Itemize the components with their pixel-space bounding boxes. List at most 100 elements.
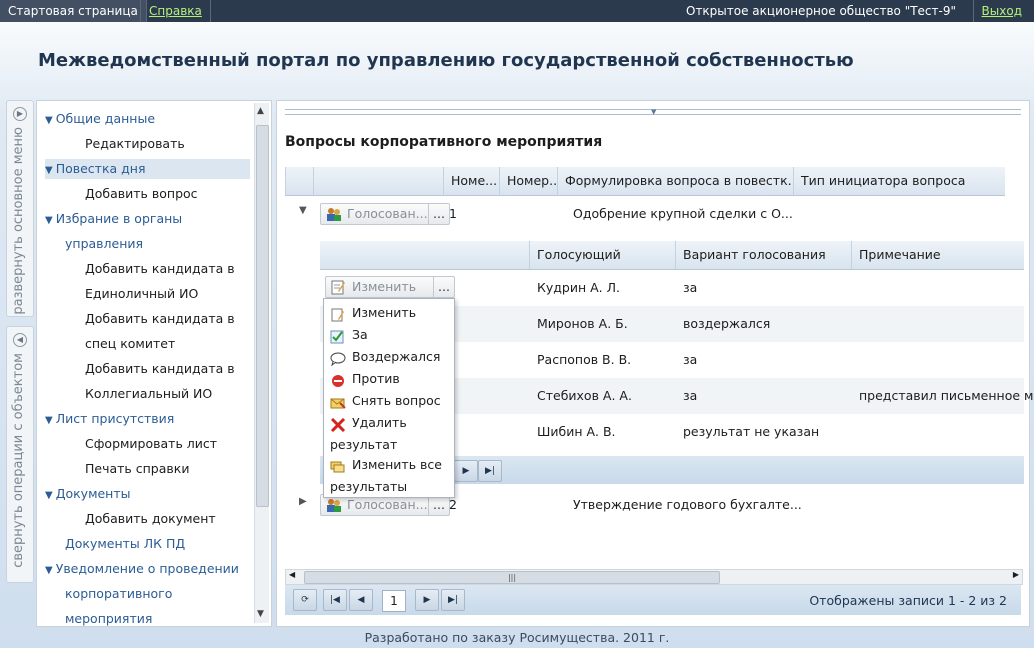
menu-item-edit-all-label: Изменить все результаты	[330, 457, 442, 494]
voting-icon	[325, 206, 343, 228]
check-icon	[330, 329, 346, 343]
nav-scrollbar[interactable]: ▲ ▼	[254, 103, 269, 623]
nav-item-label: Добавить вопрос	[85, 186, 198, 201]
voting-more-button[interactable]: ...	[428, 495, 449, 515]
votes-next-page-button[interactable]: ▶	[454, 460, 478, 482]
scroll-down-icon[interactable]: ▼	[257, 609, 264, 619]
column-header-vote-option[interactable]: Вариант голосования	[675, 241, 851, 269]
menu-item-edit[interactable]: Изменить	[330, 302, 454, 324]
vote-context-menu: Изменить За Воздержался Против Снять воп…	[323, 298, 455, 498]
collapse-operations-tab[interactable]: ◀ свернуть операции с объектом	[6, 326, 34, 583]
nav-item-label: Общие данные	[55, 111, 156, 126]
expand-main-menu-tab[interactable]: ▶ развернуть основное меню	[6, 100, 34, 317]
vote-cell-voter: Кудрин А. Л.	[537, 280, 620, 295]
vote-cell-option: за	[683, 388, 698, 403]
voting-more-button[interactable]: ...	[428, 204, 449, 224]
stop-icon	[330, 373, 346, 387]
nav-item[interactable]: ▼ Повестка дня	[45, 159, 250, 179]
expand-triangle-icon[interactable]: ▼	[45, 115, 53, 126]
menu-item-withdraw[interactable]: Снять вопрос	[330, 390, 454, 412]
help-link[interactable]: Справка	[140, 0, 211, 22]
nav-item-label: Печать справки	[85, 461, 190, 476]
nav-item[interactable]: Сформировать лист	[85, 434, 271, 454]
menu-item-delete-result[interactable]: Удалить результат	[330, 412, 454, 456]
exit-link[interactable]: Выход	[972, 0, 1030, 22]
nav-item[interactable]: ▼ Уведомление о проведении	[45, 559, 250, 579]
voting-button[interactable]: Голосован... ...	[320, 203, 450, 225]
expand-triangle-icon[interactable]: ▼	[45, 415, 53, 426]
votes-grid-header: Голосующий Вариант голосования Примечани…	[320, 241, 1024, 270]
nav-item[interactable]: Добавить вопрос	[85, 184, 271, 204]
nav-item[interactable]: Печать справки	[85, 459, 271, 479]
expand-triangle-icon[interactable]: ▼	[45, 565, 53, 576]
edit-icon	[330, 307, 346, 321]
start-page-link[interactable]: Стартовая страница	[0, 0, 147, 22]
menu-item-against[interactable]: Против	[330, 368, 454, 390]
expand-triangle-icon[interactable]: ▼	[45, 215, 53, 226]
refresh-icon[interactable]: ⟳	[293, 589, 317, 611]
top-bar: Стартовая страница Справка Открытое акци…	[0, 0, 1034, 22]
voting-icon	[325, 497, 343, 519]
last-page-button[interactable]: ▶|	[441, 589, 465, 611]
nav-item[interactable]: Добавить кандидата в	[85, 359, 271, 379]
expand-triangle-icon[interactable]: ▼	[45, 165, 53, 176]
edit-vote-button[interactable]: Изменить ...	[325, 276, 455, 298]
section-title: Вопросы корпоративного мероприятия	[285, 134, 603, 150]
splitter[interactable]: ▼	[285, 108, 1021, 116]
nav-item[interactable]: ▼ Общие данные	[45, 109, 250, 129]
menu-item-for[interactable]: За	[330, 324, 454, 346]
row-expand-icon[interactable]: ▶	[299, 496, 307, 507]
row-collapse-icon[interactable]: ▼	[299, 205, 307, 216]
expand-triangle-icon[interactable]: ▼	[45, 490, 53, 501]
nav-item[interactable]: ▼ Избрание в органы	[45, 209, 250, 229]
vote-cell-voter: Миронов А. Б.	[537, 316, 628, 331]
menu-item-abstain-label: Воздержался	[352, 349, 441, 364]
nav-item[interactable]: Добавить кандидата в	[85, 309, 271, 329]
scroll-left-icon[interactable]: ◀	[289, 570, 295, 579]
header-expand-cell	[285, 167, 313, 195]
edit-all-icon	[330, 459, 346, 473]
menu-item-edit-all[interactable]: Изменить все результаты	[330, 454, 454, 498]
column-header-number[interactable]: Номе...	[443, 167, 499, 195]
collapse-arrow-icon[interactable]: ▼	[651, 108, 656, 116]
votes-last-page-button[interactable]: ▶|	[478, 460, 502, 482]
vote-cell-option: воздержался	[683, 316, 771, 331]
menu-item-abstain[interactable]: Воздержался	[330, 346, 454, 368]
nav-item-label: Избрание в органы	[55, 211, 183, 226]
scroll-right-icon[interactable]: ▶	[1013, 570, 1019, 579]
nav-item-label: Документы ЛК ПД	[65, 536, 186, 551]
edit-vote-more-button[interactable]: ...	[433, 277, 454, 297]
nav-item[interactable]: Документы ЛК ПД	[45, 534, 250, 554]
column-header-number2[interactable]: Номер...	[499, 167, 557, 195]
vote-cell-option: за	[683, 352, 698, 367]
menu-item-against-label: Против	[352, 371, 400, 386]
nav-scroll-thumb[interactable]	[256, 125, 269, 507]
nav-item[interactable]: Коллегиальный ИО	[85, 384, 271, 404]
prev-page-button[interactable]: ◀	[349, 589, 373, 611]
column-header-voter[interactable]: Голосующий	[529, 241, 675, 269]
nav-item-label: Редактировать	[85, 136, 185, 151]
questions-grid-header: Номе... Номер... Формулировка вопроса в …	[285, 167, 1005, 196]
first-page-button[interactable]: |◀	[323, 589, 347, 611]
scroll-up-icon[interactable]: ▲	[257, 106, 264, 116]
nav-item-label: спец комитет	[85, 336, 176, 351]
row-question-text: Одобрение крупной сделки с О...	[573, 206, 793, 221]
column-header-wording[interactable]: Формулировка вопроса в повестк...	[557, 167, 793, 195]
horizontal-scroll-thumb[interactable]: |||	[304, 571, 720, 584]
nav-item[interactable]: Добавить кандидата в	[85, 259, 271, 279]
column-header-initiator[interactable]: Тип инициатора вопроса	[793, 167, 1013, 195]
nav-item[interactable]: ▼ Документы	[45, 484, 250, 504]
nav-item-label: Коллегиальный ИО	[85, 386, 213, 401]
nav-item-label: Документы	[55, 486, 131, 501]
nav-item-label: Уведомление о проведении	[55, 561, 239, 576]
nav-item[interactable]: Добавить документ	[85, 509, 271, 529]
questions-pager: ⟳ |◀ ◀ 1 ▶ ▶| Отображены записи 1 - 2 из…	[285, 585, 1021, 615]
nav-item[interactable]: Единоличный ИО	[85, 284, 271, 304]
page-number-input[interactable]: 1	[382, 590, 406, 612]
nav-item[interactable]: спец комитет	[85, 334, 271, 354]
horizontal-scrollbar[interactable]: ◀ ||| ▶	[285, 569, 1023, 585]
next-page-button[interactable]: ▶	[415, 589, 439, 611]
column-header-note[interactable]: Примечание	[851, 241, 1025, 269]
nav-item[interactable]: Редактировать	[85, 134, 271, 154]
nav-item[interactable]: ▼ Лист присутствия	[45, 409, 250, 429]
